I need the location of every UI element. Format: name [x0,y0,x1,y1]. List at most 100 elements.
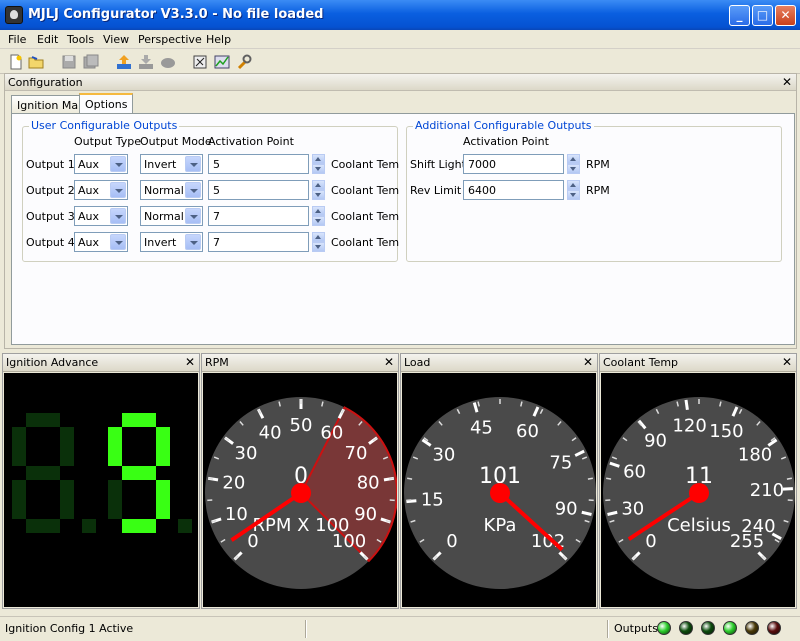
activation-point-input[interactable]: 5 [208,180,309,200]
gauge-minor-tick [587,477,593,480]
output-label: Output 3 [26,210,75,223]
activation-point-input[interactable]: 7 [208,206,309,226]
tick-label: 70 [345,443,368,464]
panel-close-icon[interactable]: ✕ [583,355,593,369]
spin-up-icon[interactable] [567,180,580,190]
spin-down-icon[interactable] [312,216,325,226]
input-value: 7 [213,236,220,249]
output-type-select[interactable]: Aux [74,180,128,200]
chevron-down-icon[interactable] [110,182,126,198]
select-value: Aux [78,210,100,223]
output-mode-select[interactable]: Normal [140,180,203,200]
activation-point-stepper[interactable] [312,180,325,200]
activation-point-input[interactable]: 7000 [463,154,564,174]
activation-point-input[interactable]: 7 [208,232,309,252]
configuration-close-icon[interactable]: ✕ [782,75,792,89]
output-led [701,621,715,635]
save-all-icon[interactable] [83,54,99,70]
tick-label: 80 [357,472,380,493]
load-panel: Load ✕ 0 15 30 45 60 75 90 102 101 KPa [400,353,598,609]
gauge-hub [291,483,311,503]
activation-point-stepper[interactable] [567,180,580,200]
chevron-down-icon[interactable] [110,156,126,172]
input-value: 5 [213,184,220,197]
output-mode-select[interactable]: Normal [140,206,203,226]
title-bar[interactable]: MJLJ Configurator V3.3.0 - No file loade… [0,0,800,30]
panel-close-icon[interactable]: ✕ [384,355,394,369]
spin-down-icon[interactable] [567,190,580,200]
configuration-header: Configuration ✕ [5,74,796,91]
spin-down-icon[interactable] [312,164,325,174]
activation-point-stepper[interactable] [312,206,325,226]
menu-view[interactable]: View [103,33,129,46]
activation-point-stepper[interactable] [567,154,580,174]
spin-down-icon[interactable] [312,242,325,252]
seven-segment-display [4,373,198,607]
output-type-select[interactable]: Aux [74,232,128,252]
segment [26,519,60,533]
status-text: Ignition Config 1 Active [5,622,134,635]
unit-label: RPM [586,158,610,171]
gauge-minor-tick [786,477,792,480]
output-mode-select[interactable]: Invert [140,154,203,174]
tab-options[interactable]: Options [79,93,134,114]
select-value: Normal [144,184,184,197]
spin-up-icon[interactable] [567,154,580,164]
menu-help[interactable]: Help [206,33,231,46]
burn-icon[interactable] [160,54,176,70]
tick-label: 30 [621,499,644,520]
rpm-panel: RPM ✕ 0 10 20 30 40 50 60 70 80 90 100 0 RPM X 100 [201,353,399,609]
chevron-down-icon[interactable] [185,234,201,250]
output-mode-select[interactable]: Invert [140,232,203,252]
load-header: Load ✕ [401,354,597,372]
chevron-down-icon[interactable] [185,156,201,172]
new-file-icon[interactable] [8,54,24,70]
additional-outputs-legend: Additional Configurable Outputs [413,119,594,132]
spin-up-icon[interactable] [312,180,325,190]
panel-close-icon[interactable]: ✕ [782,355,792,369]
activation-point-input[interactable]: 6400 [463,180,564,200]
spin-down-icon[interactable] [567,164,580,174]
wrench-icon[interactable] [236,54,252,70]
chevron-down-icon[interactable] [110,234,126,250]
download-icon[interactable] [138,54,154,70]
gauge-hub [490,483,510,503]
menu-tools[interactable]: Tools [67,33,94,46]
open-folder-icon[interactable] [28,54,44,70]
output-label: Shift Light [410,158,466,171]
unit-label: Coolant Tem [331,158,400,171]
segment [26,466,60,480]
activation-point-input[interactable]: 5 [208,154,309,174]
maximize-button[interactable]: □ [752,5,773,26]
tick-label: 210 [750,480,784,501]
menu-file[interactable]: File [8,33,26,46]
input-value: 7000 [468,158,496,171]
menu-edit[interactable]: Edit [37,33,58,46]
toolbar [0,50,800,74]
chart-icon[interactable] [214,54,230,70]
spin-up-icon[interactable] [312,206,325,216]
outputs-label: Outputs [614,622,658,635]
spin-up-icon[interactable] [312,232,325,242]
close-button[interactable]: ✕ [775,5,796,26]
gauge-hub [689,483,709,503]
spin-up-icon[interactable] [312,154,325,164]
activation-point-stepper[interactable] [312,154,325,174]
panel-close-icon[interactable]: ✕ [185,355,195,369]
upload-icon[interactable] [116,54,132,70]
output-label: Output 4 [26,236,75,249]
activation-point-stepper[interactable] [312,232,325,252]
tick-label: 45 [470,418,493,439]
select-value: Invert [144,158,177,171]
spin-down-icon[interactable] [312,190,325,200]
menu-perspective[interactable]: Perspective [138,33,202,46]
chevron-down-icon[interactable] [110,208,126,224]
chevron-down-icon[interactable] [185,182,201,198]
save-icon[interactable] [61,54,77,70]
output-label: Output 2 [26,184,75,197]
connect-icon[interactable] [192,54,208,70]
output-type-select[interactable]: Aux [74,206,128,226]
output-type-select[interactable]: Aux [74,154,128,174]
chevron-down-icon[interactable] [185,208,201,224]
minimize-button[interactable]: _ [729,5,750,26]
